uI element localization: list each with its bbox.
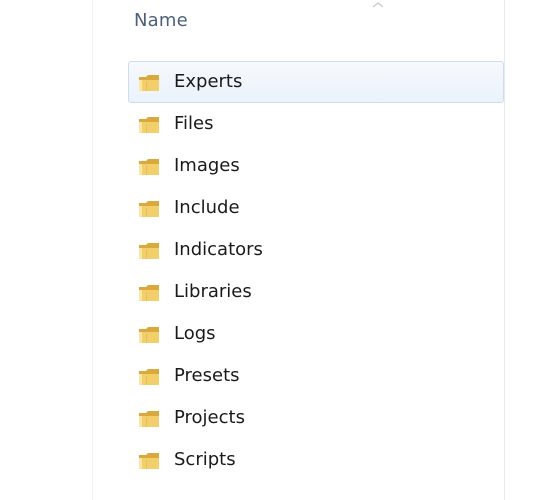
folder-icon [137,409,161,429]
file-row[interactable]: Libraries [128,271,504,313]
navigation-pane [0,0,92,500]
folder-icon [137,325,161,345]
right-gutter [505,0,548,500]
file-row[interactable]: Files [128,103,504,145]
file-row[interactable]: Experts [128,61,504,103]
file-name: Projects [174,407,245,428]
file-name: Logs [174,323,216,344]
file-name: Libraries [174,281,252,302]
file-row[interactable]: Presets [128,355,504,397]
file-name: Images [174,155,240,176]
sort-arrow-icon [372,2,384,8]
folder-icon [137,451,161,471]
file-name: Experts [174,71,243,92]
file-name: Indicators [174,239,263,260]
file-name: Presets [174,365,240,386]
file-row[interactable]: Indicators [128,229,504,271]
file-row[interactable]: Scripts [128,439,504,481]
folder-icon [137,157,161,177]
file-name: Files [174,113,214,134]
file-name: Include [174,197,240,218]
pane-divider[interactable] [92,0,93,500]
file-name: Scripts [174,449,236,470]
folder-icon [137,367,161,387]
folder-icon [137,283,161,303]
column-header-name[interactable]: Name [134,10,188,31]
folder-icon [137,73,161,93]
file-row[interactable]: Images [128,145,504,187]
folder-icon [137,241,161,261]
folder-icon [137,115,161,135]
file-row[interactable]: Logs [128,313,504,355]
file-row[interactable]: Include [128,187,504,229]
file-list: Experts Files Images Include Indicators … [128,61,504,481]
file-row[interactable]: Projects [128,397,504,439]
folder-icon [137,199,161,219]
